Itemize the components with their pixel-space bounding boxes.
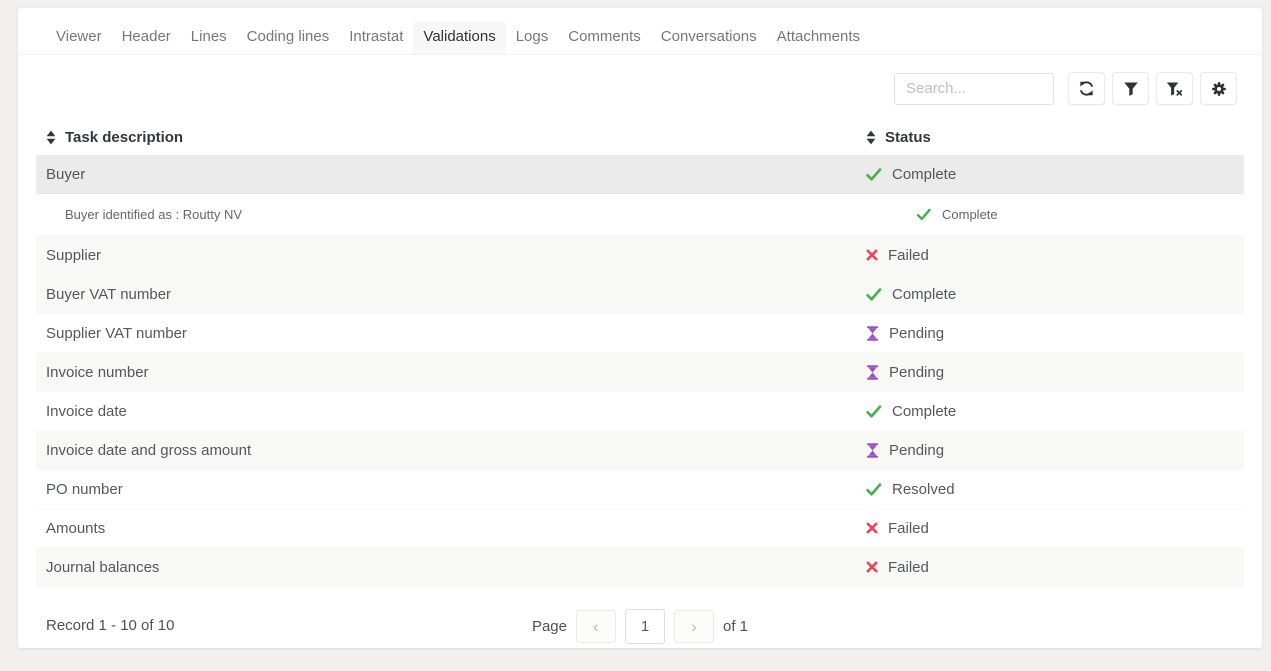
table-row[interactable]: Journal balances Failed — [36, 548, 1244, 587]
status-icon-slot — [866, 288, 882, 301]
status-label: Pending — [889, 325, 944, 342]
status-label: Failed — [888, 559, 929, 576]
filter-button[interactable] — [1112, 72, 1149, 105]
status-icon-slot — [866, 249, 878, 261]
check-icon — [866, 405, 882, 418]
row-description: Amounts — [46, 520, 105, 537]
page-number-input[interactable] — [625, 609, 665, 644]
hourglass-icon — [866, 365, 879, 380]
check-icon — [866, 483, 882, 496]
check-icon — [866, 168, 882, 181]
table-row[interactable]: Invoice number Pending — [36, 353, 1244, 392]
tab-coding-lines[interactable]: Coding lines — [237, 22, 340, 54]
next-page-button[interactable]: › — [674, 610, 714, 643]
settings-button[interactable] — [1200, 72, 1237, 105]
table-body: Buyer Complete Buyer identified as : Rou… — [36, 155, 1244, 587]
tab-comments[interactable]: Comments — [558, 22, 651, 54]
table-header: Task description Status — [36, 119, 1244, 155]
record-count: Record 1 - 10 of 10 — [46, 617, 174, 634]
table-row[interactable]: Buyer Complete — [36, 155, 1244, 194]
page-total: of 1 — [723, 618, 748, 635]
filter-icon — [1123, 81, 1139, 97]
status-icon-slot — [866, 522, 878, 534]
refresh-button[interactable] — [1068, 72, 1105, 105]
check-icon — [866, 288, 882, 301]
hourglass-icon — [866, 326, 879, 341]
gear-icon — [1211, 81, 1227, 97]
status-label: Failed — [888, 520, 929, 537]
x-icon — [866, 561, 878, 573]
pagination: Page ‹ › of 1 — [532, 609, 748, 644]
filter-clear-icon — [1166, 81, 1183, 97]
status-label: Complete — [892, 403, 956, 420]
status-label: Complete — [892, 286, 956, 303]
row-description: Invoice number — [46, 364, 149, 381]
status-label: Resolved — [892, 481, 955, 498]
table-row[interactable]: Supplier VAT number Pending — [36, 314, 1244, 353]
row-description: Supplier — [46, 247, 101, 264]
grid-footer: Record 1 - 10 of 10 Page ‹ › of 1 — [46, 601, 1234, 671]
chevron-left-icon: ‹ — [593, 618, 599, 635]
hourglass-icon — [866, 443, 879, 458]
column-header-status[interactable]: Status — [866, 129, 1234, 146]
page-label: Page — [532, 618, 567, 635]
row-description: Invoice date and gross amount — [46, 442, 251, 459]
status-icon-slot — [866, 168, 882, 181]
check-icon — [917, 209, 932, 221]
status-label: Pending — [889, 442, 944, 459]
status-icon-slot — [866, 561, 878, 573]
x-icon — [866, 249, 878, 261]
column-header-task-description[interactable]: Task description — [46, 129, 866, 146]
sort-icon — [866, 130, 876, 145]
row-description: Buyer identified as : Routty NV — [65, 207, 242, 222]
tab-bar: ViewerHeaderLinesCoding linesIntrastatVa… — [18, 8, 1262, 55]
table-row[interactable]: Supplier Failed — [36, 236, 1244, 275]
status-label: Failed — [888, 247, 929, 264]
table-row[interactable]: Buyer identified as : Routty NV Complete — [36, 194, 1244, 236]
clear-filter-button[interactable] — [1156, 72, 1193, 105]
status-icon-slot — [916, 208, 932, 221]
grid-toolbar — [43, 72, 1237, 105]
status-icon-slot — [866, 326, 879, 341]
row-description: Buyer — [46, 166, 85, 183]
sort-icon — [46, 130, 56, 145]
table-row[interactable]: Amounts Failed — [36, 509, 1244, 548]
tab-attachments[interactable]: Attachments — [767, 22, 870, 54]
previous-page-button[interactable]: ‹ — [576, 610, 616, 643]
status-label: Pending — [889, 364, 944, 381]
table-row[interactable]: Buyer VAT number Complete — [36, 275, 1244, 314]
status-icon-slot — [866, 365, 879, 380]
tab-validations[interactable]: Validations — [413, 22, 505, 54]
status-label: Complete — [942, 207, 998, 222]
tab-lines[interactable]: Lines — [181, 22, 237, 54]
table-row[interactable]: Invoice date Complete — [36, 392, 1244, 431]
row-description: PO number — [46, 481, 123, 498]
tab-intrastat[interactable]: Intrastat — [339, 22, 413, 54]
row-description: Buyer VAT number — [46, 286, 171, 303]
status-icon-slot — [866, 443, 879, 458]
status-icon-slot — [866, 483, 882, 496]
status-label: Complete — [892, 166, 956, 183]
x-icon — [866, 522, 878, 534]
refresh-icon — [1078, 80, 1095, 97]
validations-panel: ViewerHeaderLinesCoding linesIntrastatVa… — [18, 8, 1262, 648]
table-row[interactable]: Invoice date and gross amount Pending — [36, 431, 1244, 470]
tab-viewer[interactable]: Viewer — [46, 22, 112, 54]
status-icon-slot — [866, 405, 882, 418]
row-description: Invoice date — [46, 403, 127, 420]
table-row[interactable]: PO number Resolved — [36, 470, 1244, 509]
row-description: Supplier VAT number — [46, 325, 187, 342]
row-description: Journal balances — [46, 559, 159, 576]
tab-header[interactable]: Header — [112, 22, 181, 54]
search-input[interactable] — [894, 73, 1054, 105]
tab-logs[interactable]: Logs — [506, 22, 559, 54]
chevron-right-icon: › — [691, 618, 697, 635]
tab-conversations[interactable]: Conversations — [651, 22, 767, 54]
